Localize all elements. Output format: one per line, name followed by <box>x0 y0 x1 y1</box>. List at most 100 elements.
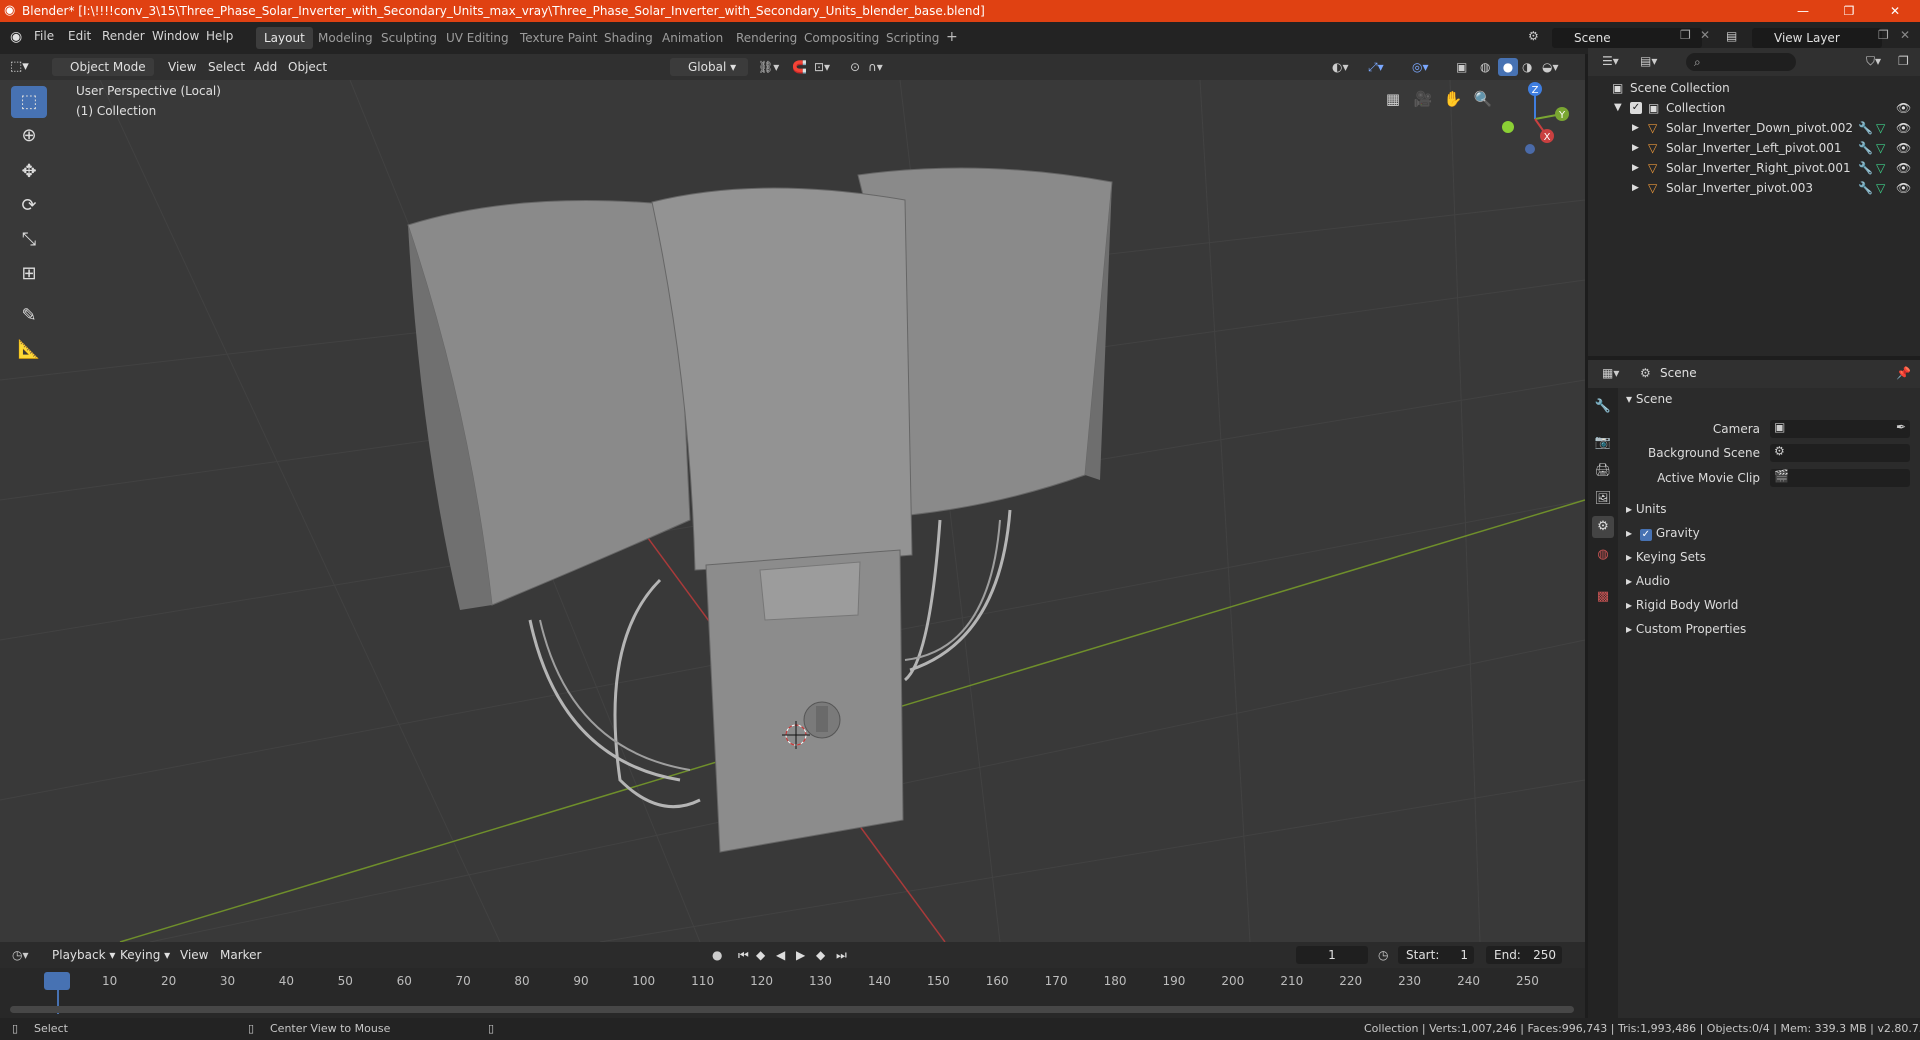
menu-marker[interactable]: Marker <box>220 946 261 964</box>
gizmo-toggle-icon[interactable]: ⤢▾ <box>1368 58 1384 76</box>
display-mode-icon[interactable]: ▤▾ <box>1640 52 1657 70</box>
timeline-editor-icon[interactable]: ◷▾ <box>12 946 29 964</box>
expand-arrow-icon[interactable]: ▶ <box>1632 138 1639 158</box>
tab-rendering[interactable]: Rendering <box>728 27 805 49</box>
end-frame-field[interactable]: End: 250 <box>1486 946 1562 964</box>
delete-view-layer-icon[interactable]: ✕ <box>1900 28 1910 42</box>
wireframe-shading-icon[interactable]: ◍ <box>1480 58 1490 76</box>
menu-edit[interactable]: Edit <box>68 29 91 43</box>
delete-scene-icon[interactable]: ✕ <box>1700 28 1710 42</box>
select-box-tool-icon[interactable]: ⬚ <box>11 86 47 118</box>
view-layer-tab-icon[interactable]: 🖼 <box>1592 488 1614 510</box>
eye-icon[interactable]: 👁 <box>1896 98 1911 118</box>
background-scene-field[interactable]: ⚙ <box>1770 444 1910 462</box>
menu-object[interactable]: Object <box>288 58 327 76</box>
properties-editor-icon[interactable]: ▦▾ <box>1602 364 1619 382</box>
tool-tab-icon[interactable]: 🔧 <box>1592 396 1614 418</box>
audio-panel-header[interactable]: ▸ Audio <box>1626 574 1670 588</box>
texture-tab-icon[interactable]: ▩ <box>1592 586 1614 608</box>
preview-range-icon[interactable]: ◷ <box>1378 946 1388 964</box>
pin-icon[interactable]: 📌 <box>1896 364 1911 382</box>
view-layer-icon[interactable]: ▤ <box>1726 29 1737 43</box>
minimize-button[interactable]: — <box>1780 0 1826 22</box>
mesh-data-icon[interactable]: ▽ <box>1876 178 1885 198</box>
jump-start-icon[interactable]: ⏮ <box>738 946 749 964</box>
outliner-object-row[interactable]: ▶ ▽ Solar_Inverter_Left_pivot.001 🔧 ▽ 👁 <box>1588 138 1920 158</box>
annotate-tool-icon[interactable]: ✎ <box>11 300 47 332</box>
rigid-body-world-panel-header[interactable]: ▸ Rigid Body World <box>1626 598 1738 612</box>
rotate-tool-icon[interactable]: ⟳ <box>11 190 47 222</box>
world-tab-icon[interactable]: ◍ <box>1592 544 1614 566</box>
custom-properties-panel-header[interactable]: ▸ Custom Properties <box>1626 622 1746 636</box>
eye-icon[interactable]: 👁 <box>1896 178 1911 198</box>
timeline-scrollbar[interactable] <box>10 1006 1574 1013</box>
eye-icon[interactable]: 👁 <box>1896 118 1911 138</box>
tab-layout[interactable]: Layout <box>256 27 313 49</box>
outliner-object-row[interactable]: ▶ ▽ Solar_Inverter_pivot.003 🔧 ▽ 👁 <box>1588 178 1920 198</box>
camera-view-icon[interactable]: 🎥 <box>1410 86 1436 112</box>
exclude-checkbox[interactable]: ✓ <box>1630 102 1642 114</box>
tab-uv-editing[interactable]: UV Editing <box>438 27 517 49</box>
outliner-collection[interactable]: ▼ ✓ ▣ Collection 👁 <box>1588 98 1920 118</box>
menu-add[interactable]: Add <box>254 58 277 76</box>
tab-scripting[interactable]: Scripting <box>878 27 947 49</box>
jump-keyframe-forward-icon[interactable]: ◆ <box>816 946 825 964</box>
scale-tool-icon[interactable]: ⤡ <box>11 224 47 256</box>
mesh-data-icon[interactable]: ▽ <box>1876 138 1885 158</box>
tab-sculpting[interactable]: Sculpting <box>373 27 445 49</box>
pivot-icon[interactable]: ⛓▾ <box>758 58 779 76</box>
add-workspace-icon[interactable]: + <box>946 29 958 45</box>
pan-view-hand-icon[interactable]: ✋ <box>1440 86 1466 112</box>
menu-timeline-view[interactable]: View <box>180 946 208 964</box>
menu-render[interactable]: Render <box>102 29 145 43</box>
new-scene-icon[interactable]: ❐ <box>1680 28 1691 42</box>
visibility-icon[interactable]: ◐▾ <box>1332 58 1349 76</box>
new-collection-icon[interactable]: ❐ <box>1898 52 1909 70</box>
tab-shading[interactable]: Shading <box>596 27 661 49</box>
timeline[interactable]: 1102030405060708090100110120130140150160… <box>0 968 1585 1018</box>
jump-end-icon[interactable]: ⏭ <box>836 946 847 964</box>
expand-arrow-icon[interactable]: ▶ <box>1632 158 1639 178</box>
maximize-button[interactable]: ❐ <box>1826 0 1872 22</box>
keying-sets-panel-header[interactable]: ▸ Keying Sets <box>1626 550 1706 564</box>
menu-window[interactable]: Window <box>152 29 199 43</box>
view-layer-field[interactable]: View Layer <box>1752 28 1882 48</box>
modifier-icon[interactable]: 🔧 <box>1858 138 1873 158</box>
units-panel-header[interactable]: ▸ Units <box>1626 502 1667 516</box>
menu-select[interactable]: Select <box>208 58 245 76</box>
expand-arrow-icon[interactable]: ▼ <box>1614 98 1622 118</box>
mesh-data-icon[interactable]: ▽ <box>1876 158 1885 178</box>
material-shading-icon[interactable]: ◑ <box>1522 58 1532 76</box>
jump-keyframe-back-icon[interactable]: ◆ <box>756 946 765 964</box>
snap-target-icon[interactable]: ⊡▾ <box>814 58 830 76</box>
mesh-data-icon[interactable]: ▽ <box>1876 118 1885 138</box>
auto-keying-icon[interactable]: ● <box>712 946 722 964</box>
orientation-dropdown[interactable]: Global ▾ <box>670 58 748 76</box>
gravity-checkbox[interactable]: ✓ <box>1639 529 1652 541</box>
play-icon[interactable]: ▶ <box>796 946 805 964</box>
eye-icon[interactable]: 👁 <box>1896 158 1911 178</box>
editor-type-icon[interactable]: ⬚▾ <box>10 58 29 76</box>
proportional-edit-icon[interactable]: ⊙ <box>850 58 860 76</box>
overlays-toggle-icon[interactable]: ◎▾ <box>1412 58 1429 76</box>
eye-icon[interactable]: 👁 <box>1896 138 1911 158</box>
outliner-search-input[interactable]: ⌕ <box>1686 53 1796 71</box>
navigation-gizmo[interactable]: Z Y X <box>1490 80 1580 164</box>
scene-panel-header[interactable]: ▾ Scene <box>1626 392 1672 406</box>
toggle-camera-view-icon[interactable]: ▦ <box>1380 86 1406 112</box>
filter-icon[interactable]: ⛉▾ <box>1866 52 1881 70</box>
start-frame-field[interactable]: Start: 1 <box>1398 946 1474 964</box>
expand-arrow-icon[interactable]: ▶ <box>1632 178 1639 198</box>
scene-selector-icon[interactable]: ⚙ <box>1528 29 1539 43</box>
menu-keying[interactable]: Keying ▾ <box>120 946 170 964</box>
render-tab-icon[interactable]: 📷 <box>1592 432 1614 454</box>
menu-view[interactable]: View <box>168 58 196 76</box>
active-movie-clip-field[interactable]: 🎬 <box>1770 469 1910 487</box>
tab-animation[interactable]: Animation <box>654 27 731 49</box>
measure-tool-icon[interactable]: 📐 <box>11 334 47 366</box>
3d-viewport[interactable]: User Perspective (Local) (1) Collection … <box>0 80 1585 942</box>
outliner-object-row[interactable]: ▶ ▽ Solar_Inverter_Down_pivot.002 🔧 ▽ 👁 <box>1588 118 1920 138</box>
new-view-layer-icon[interactable]: ❐ <box>1878 28 1889 42</box>
outliner-editor-icon[interactable]: ☰▾ <box>1602 52 1619 70</box>
modifier-icon[interactable]: 🔧 <box>1858 118 1873 138</box>
